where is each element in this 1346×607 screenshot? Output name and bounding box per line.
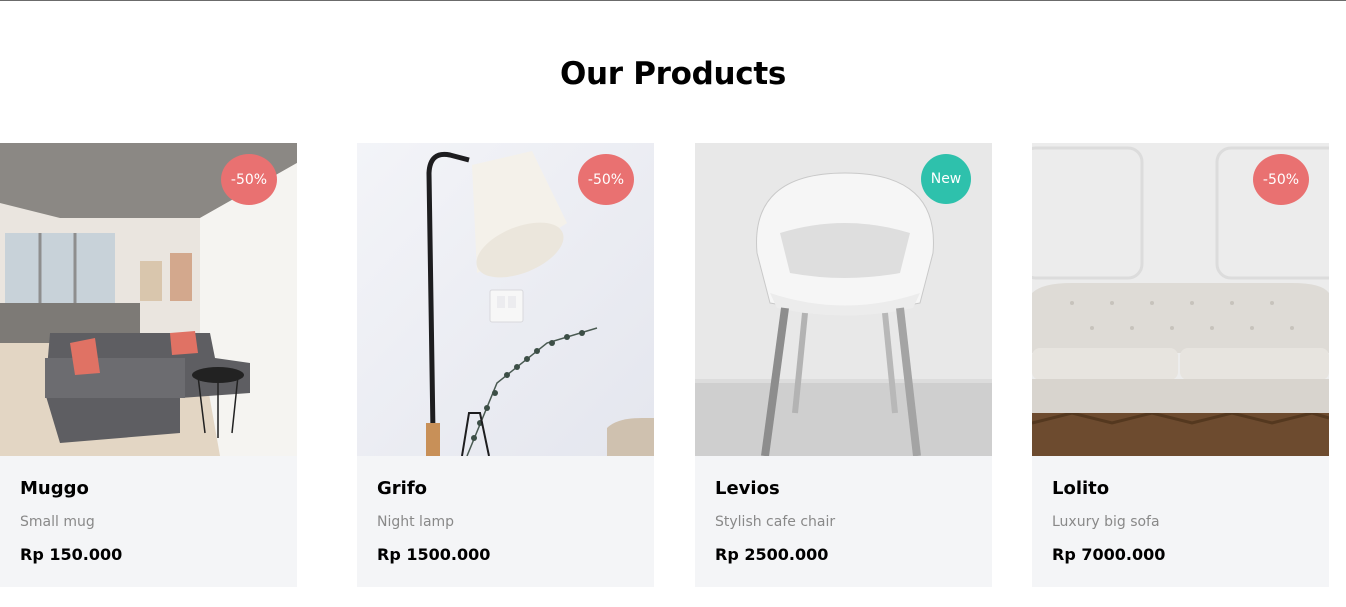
product-name[interactable]: Grifo <box>377 478 427 499</box>
product-description: Small mug <box>20 514 95 530</box>
new-badge: New <box>921 154 971 204</box>
section-title: Our Products <box>559 56 787 92</box>
product-price: Rp 1500.000 <box>377 545 491 564</box>
product-name[interactable]: Muggo <box>20 478 89 499</box>
product-price: Rp 2500.000 <box>715 545 829 564</box>
product-description: Luxury big sofa <box>1052 514 1160 530</box>
product-card-levios[interactable]: New Levios Stylish cafe chair Rp 2500.00… <box>695 143 992 587</box>
discount-badge: -50% <box>221 154 277 205</box>
product-card-muggo[interactable]: -50% Muggo Small mug Rp 150.000 <box>0 143 297 587</box>
product-card-grifo[interactable]: -50% Grifo Night lamp Rp 1500.000 <box>357 143 654 587</box>
product-price: Rp 7000.000 <box>1052 545 1166 564</box>
discount-badge: -50% <box>1253 154 1309 205</box>
product-card-lolito[interactable]: -50% Lolito Luxury big sofa Rp 7000.000 <box>1032 143 1329 587</box>
top-divider <box>0 0 1346 1</box>
product-description: Stylish cafe chair <box>715 514 836 530</box>
product-name[interactable]: Lolito <box>1052 478 1109 499</box>
product-description: Night lamp <box>377 514 455 530</box>
product-price: Rp 150.000 <box>20 545 123 564</box>
discount-badge: -50% <box>578 154 634 205</box>
product-name[interactable]: Levios <box>715 478 780 499</box>
